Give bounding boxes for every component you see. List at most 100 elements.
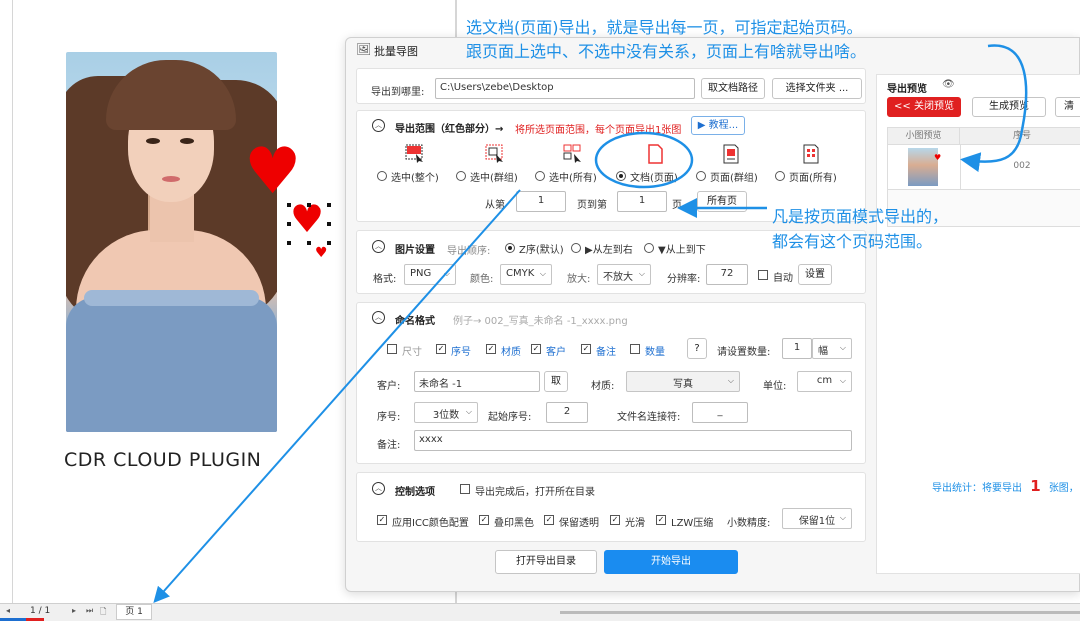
export-path-section: 导出到哪里: C:\Users\zebe\Desktop 取文档路径 选择文件夹… [356,68,866,104]
open-export-dir-button[interactable]: 打开导出目录 [495,550,597,574]
check-lzw[interactable]: ✓ [656,515,666,525]
zoom-select[interactable]: 不放大 ⌵ [597,264,651,285]
chevron-down-icon: ⌵ [539,269,546,278]
export-preview-panel: 导出预览 👁 << 关闭预览 生成预览 清 小图预览 序号 ♥ 002 导出统计… [876,74,1080,574]
range-radio-page-group[interactable] [696,171,706,181]
selection-handle[interactable] [327,222,331,226]
joiner-input[interactable]: _ [692,402,748,423]
all-pages-button[interactable]: 所有页 [697,191,747,212]
order-radio-left-right[interactable] [571,243,581,253]
close-preview-button[interactable]: << 关闭预览 [887,97,961,117]
check-qty[interactable] [630,344,640,354]
eye-icon: 👁 [942,79,955,90]
check-customer[interactable]: ✓ [531,344,541,354]
auto-checkbox[interactable] [758,270,768,280]
material-value: 写真 [673,379,693,390]
material-label: 材质: [591,381,615,392]
open-after-checkbox[interactable] [460,484,470,494]
selection-handle[interactable] [287,241,291,245]
range-option-label: 选中(群组) [470,173,518,184]
check-material[interactable]: ✓ [486,344,496,354]
range-radio-document-pages[interactable] [616,171,626,181]
auto-label: 自动 [773,273,793,284]
table-row[interactable]: ♥ 002 [888,145,1080,190]
start-export-button[interactable]: 开始导出 [604,550,738,574]
format-select[interactable]: PNG ⌵ [404,264,456,285]
selection-handle[interactable] [327,203,331,207]
format-label: 格式: [373,274,397,285]
check-transparent[interactable]: ✓ [544,515,554,525]
precision-label: 小数精度: [727,518,771,529]
choose-folder-button[interactable]: 选择文件夹 ... [772,78,862,99]
qty-unit-value: 幅 [818,346,828,357]
precision-select[interactable]: 保留1位 ⌵ [782,508,852,529]
range-radio-select-whole[interactable] [377,171,387,181]
tutorial-button[interactable]: ▶ 教程... [691,116,745,135]
chevron-down-icon: ⌵ [638,269,645,278]
check-icc[interactable]: ✓ [377,515,387,525]
check-size[interactable] [387,344,397,354]
selection-handle[interactable] [287,222,291,226]
image-settings-title: 图片设置 [395,245,435,256]
heart-shape-large[interactable]: ♥ [244,140,301,204]
add-page-icon[interactable]: 🗋 [100,606,106,620]
note-input[interactable]: xxxx [414,430,852,451]
selection-handle[interactable] [327,241,331,245]
start-seq-input[interactable]: 2 [546,402,588,423]
control-check-label: 保留透明 [559,518,599,529]
page-counter: 1 / 1 [30,606,51,616]
collapse-range-icon[interactable]: ︿ [372,119,385,132]
range-option-label: 页面(群组) [710,173,758,184]
range-radio-select-all[interactable] [535,171,545,181]
selection-handle[interactable] [287,203,291,207]
range-radio-select-group[interactable] [456,171,466,181]
range-title: 导出范围（红色部分）→ [395,124,504,135]
control-check-label: 光滑 [625,518,645,529]
collapse-naming-icon[interactable]: ︿ [372,311,385,324]
page-tab[interactable]: 页 1 [116,604,152,620]
preview-title: 导出预览 [887,84,927,95]
order-option-label: ▼从上到下 [658,245,706,256]
thumb-heart-icon: ♥ [934,153,942,162]
qty-unit-select[interactable]: 幅 ⌵ [812,338,852,359]
clear-preview-button[interactable]: 清 [1055,97,1080,117]
generate-preview-button[interactable]: 生成预览 [972,97,1046,117]
selection-handles[interactable] [287,203,331,245]
collapse-control-icon[interactable]: ︿ [372,482,385,495]
collapse-image-icon[interactable]: ︿ [372,240,385,253]
to-page-input[interactable]: 1 [617,191,667,212]
range-radio-page-all[interactable] [775,171,785,181]
check-overprint[interactable]: ✓ [479,515,489,525]
take-customer-button[interactable]: 取 [544,371,568,392]
image-settings-button[interactable]: 设置 [798,264,832,285]
order-radio-z[interactable] [505,243,515,253]
check-seq[interactable]: ✓ [436,344,446,354]
get-doc-path-button[interactable]: 取文档路径 [701,78,765,99]
prev-page-icon[interactable]: ◂ [6,606,10,615]
qty-input[interactable]: 1 [782,338,812,359]
horizontal-scrollbar[interactable] [560,611,1080,614]
help-button[interactable]: ? [687,338,707,359]
color-select[interactable]: CMYK ⌵ [500,264,552,285]
next-page-icon[interactable]: ▸ [72,606,76,615]
material-select[interactable]: 写真 ⌵ [626,371,740,392]
chevron-down-icon: ⌵ [443,269,450,278]
unit-select[interactable]: cm ⌵ [797,371,852,392]
from-page-label: 从第 [485,200,505,211]
from-page-input[interactable]: 1 [516,191,566,212]
dpi-input[interactable]: 72 [706,264,748,285]
check-note[interactable]: ✓ [581,344,591,354]
customer-input[interactable]: 未命名 -1 [414,371,540,392]
page-label: 页 [672,200,682,211]
chevron-down-icon: ⌵ [839,513,846,522]
export-path-input[interactable]: C:\Users\zebe\Desktop [435,78,695,99]
seq-digits-select[interactable]: 3位数 ⌵ [414,402,478,423]
check-label: 序号 [451,347,471,358]
check-smooth[interactable]: ✓ [610,515,620,525]
last-page-icon[interactable]: ⏭ [86,606,93,616]
selection-handle[interactable] [307,241,311,245]
heart-shape-small[interactable]: ♥ [315,246,328,260]
order-radio-top-bottom[interactable] [644,243,654,253]
portrait-photo[interactable] [66,52,277,432]
selection-handle[interactable] [307,203,311,207]
